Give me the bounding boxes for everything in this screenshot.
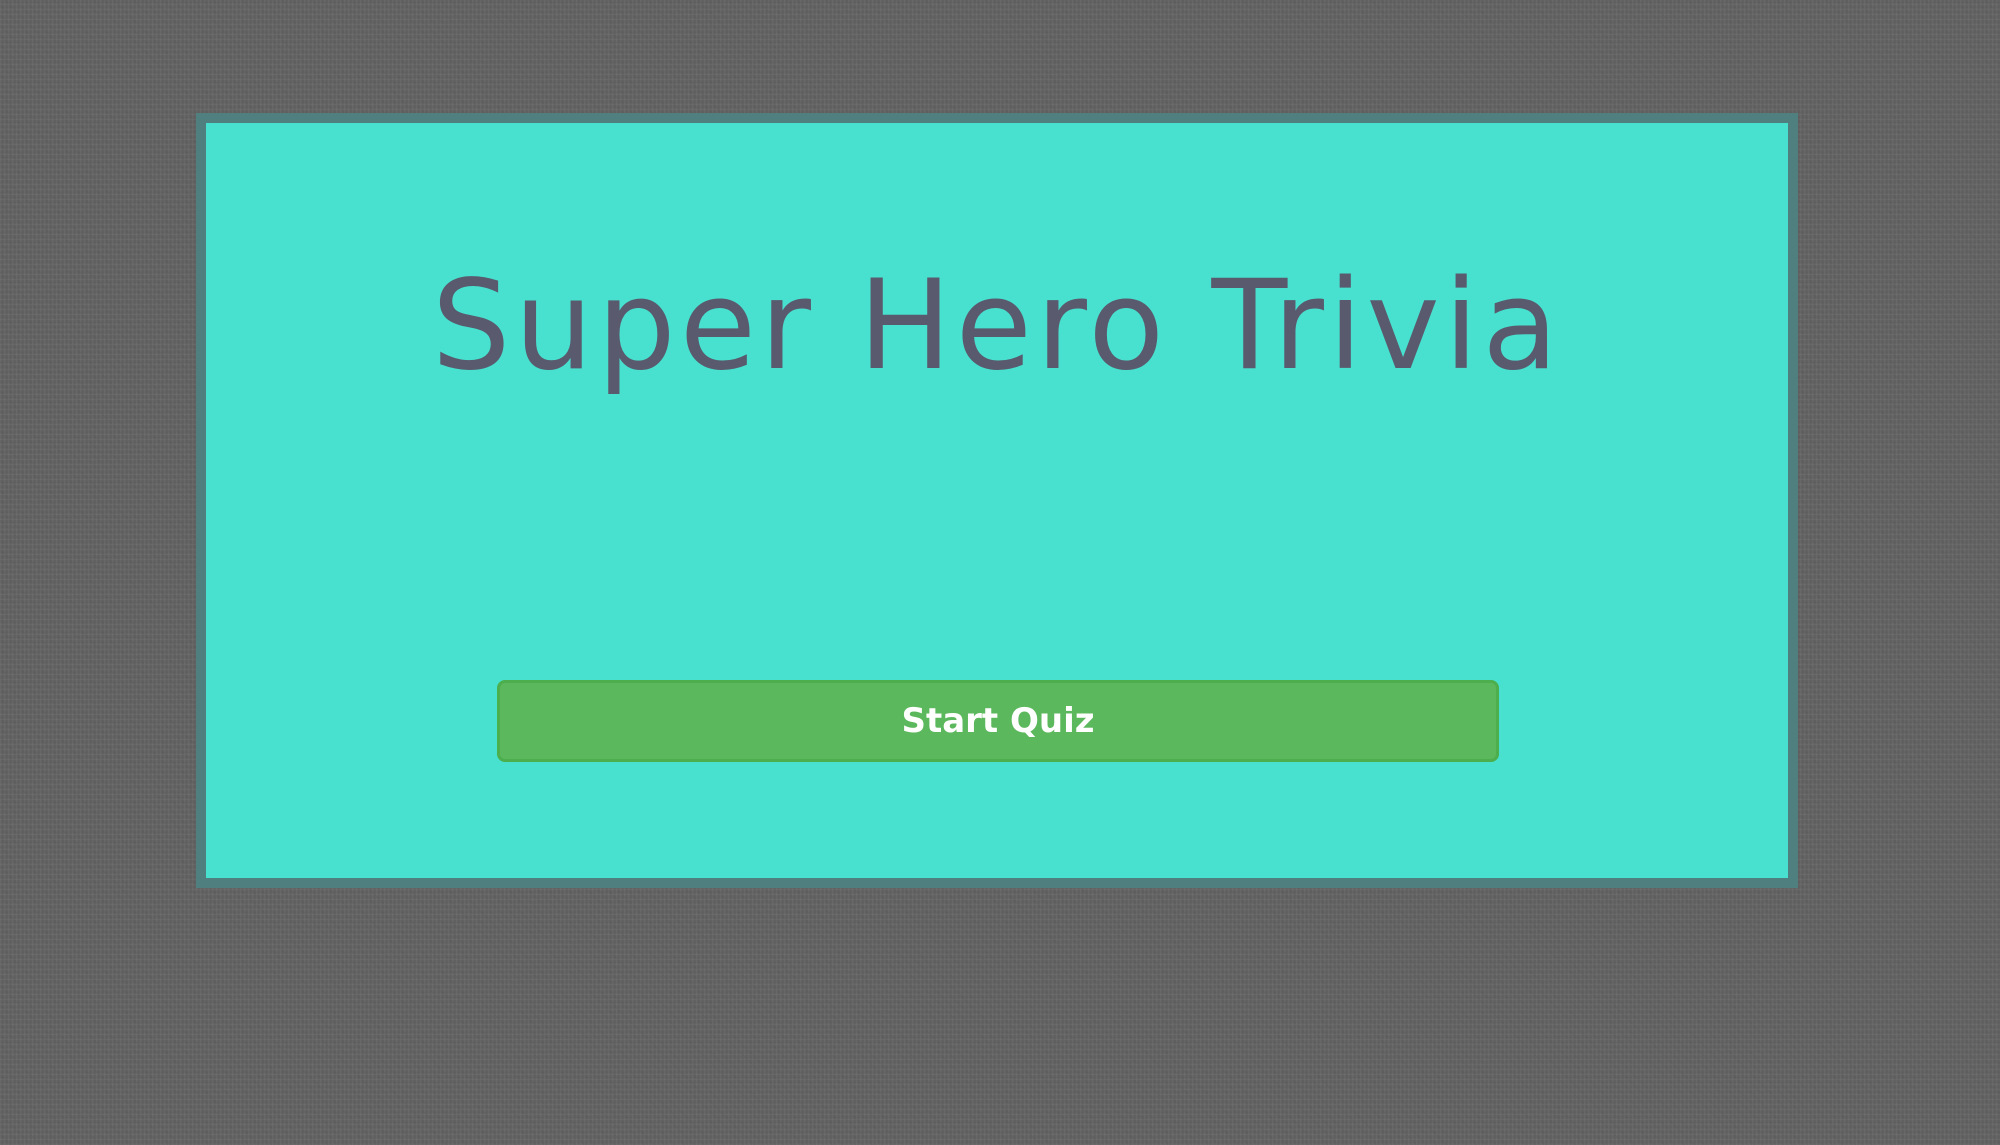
- quiz-card: Super Hero Trivia Start Quiz: [196, 113, 1798, 888]
- quiz-title: Super Hero Trivia: [431, 254, 1563, 398]
- start-quiz-button[interactable]: Start Quiz: [497, 680, 1499, 762]
